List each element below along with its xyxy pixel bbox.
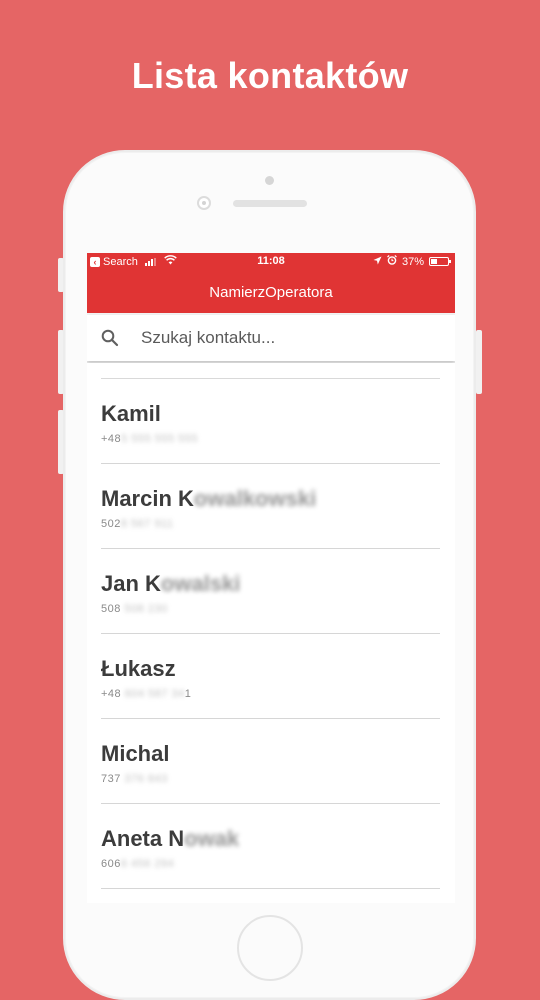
contact-phone: 5028 567 911 [101,518,173,530]
contact-name: Kamil [101,401,161,427]
contact-phone-tail: 1 [184,688,192,700]
contact-name-blurred: owak [184,826,240,851]
home-button[interactable] [237,915,303,981]
app-title: NamierzOperatora [209,284,333,301]
contact-list[interactable]: Kamil +485 555 555 555 Marcin Kowalkowsk… [87,363,455,903]
contact-phone: 737 376 843 [101,773,168,785]
battery-percent: 37% [401,255,424,268]
contact-phone: +48 604 587 341 [101,688,191,700]
contact-phone: +485 555 555 555 [101,433,198,445]
contact-phone-text: 606 [101,858,121,870]
proximity-sensor [265,176,274,185]
status-right: 37% [373,255,451,268]
contact-name-text: Marcin K [101,486,194,511]
status-bar: ‹ Search 11:08 37% [87,253,455,270]
contact-name: Marcin Kowalkowski [101,486,316,512]
app-screen: ‹ Search 11:08 37% NamierzOperatora Szuk… [87,253,455,903]
contact-phone: 6066 456 294 [101,858,174,870]
battery-icon [429,257,451,266]
contact-item[interactable]: Jan Kowalski 508 508 230 [101,549,440,634]
contact-phone-blurred: 6 456 294 [120,858,175,870]
contact-name: Michal [101,741,169,767]
contact-phone-text: +48 [101,433,122,445]
contact-name-text: Kamil [101,401,161,426]
contact-item[interactable]: Michal 737 376 843 [101,719,440,804]
contact-phone: 508 508 230 [101,603,168,615]
contact-name-blurred: owalski [160,571,241,596]
search-icon [100,328,120,348]
alarm-icon [387,255,397,268]
contact-name: Aneta Nowak [101,826,239,852]
power-button [476,330,482,394]
contact-phone-text: 737 [101,773,121,785]
location-icon [373,256,382,268]
contact-name-text: Łukasz [101,656,176,681]
contact-phone-blurred: 5 555 555 555 [121,433,199,445]
contact-phone-blurred: 604 587 34 [124,688,185,700]
front-camera [197,196,211,210]
contact-phone-blurred: 376 843 [124,773,168,785]
contact-phone-text: 502 [101,518,121,530]
search-input[interactable] [141,328,421,348]
app-bar: ‹ Search 11:08 37% NamierzOperatora [87,253,455,313]
contact-phone-blurred: 508 230 [124,603,168,615]
contact-name-text: Aneta N [101,826,185,851]
contact-item[interactable]: Aneta Nowak 6066 456 294 [101,804,440,889]
contact-name: Łukasz [101,656,176,682]
contact-phone-text: 508 [101,603,121,615]
earpiece-speaker [233,200,307,207]
contact-name: Jan Kowalski [101,571,240,597]
contact-name-text: Jan K [101,571,161,596]
contact-name-text: Michal [101,741,170,766]
contact-name-blurred: owalkowski [193,486,317,511]
contact-item[interactable]: Kamil +485 555 555 555 [101,379,440,464]
contact-item[interactable]: Marcin Kowalkowski 5028 567 911 [101,464,440,549]
contact-phone-text: +48 [101,688,122,700]
promo-headline: Lista kontaktów [131,55,409,96]
contact-phone-blurred: 8 567 911 [120,518,174,530]
search-bar[interactable] [87,315,455,361]
contact-item[interactable]: Łukasz +48 604 587 341 [101,634,440,719]
